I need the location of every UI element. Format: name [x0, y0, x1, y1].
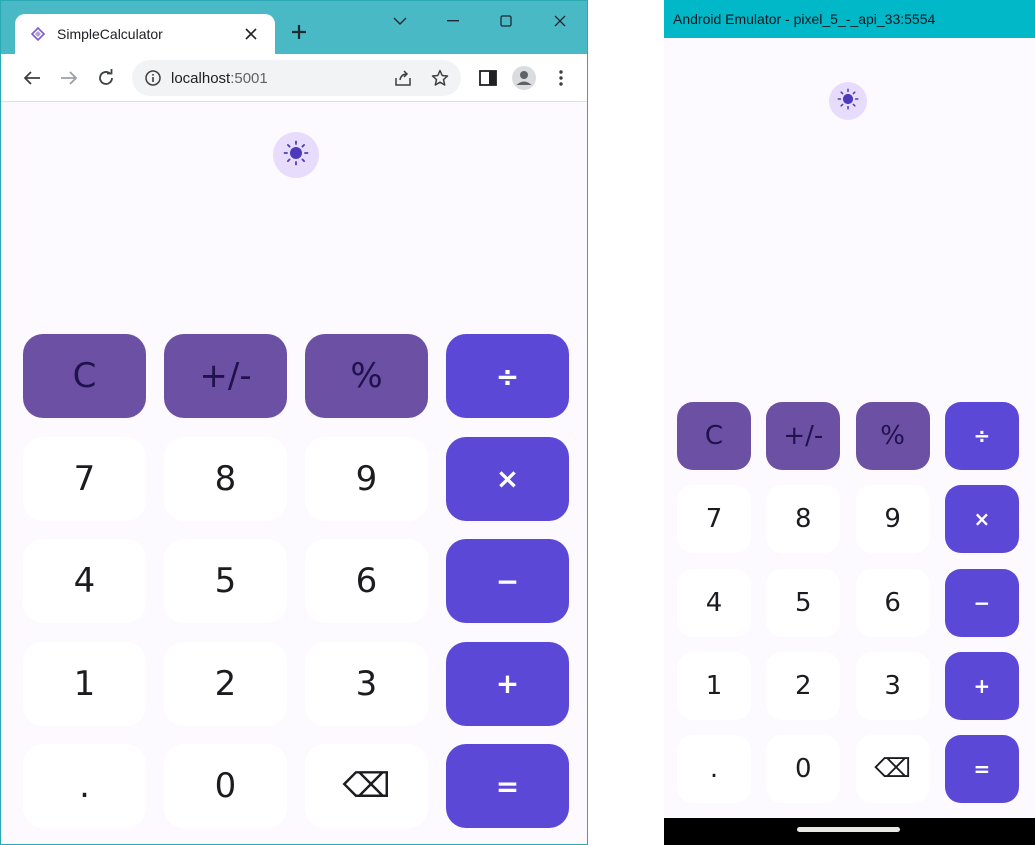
digit-5-button[interactable]: 5 — [766, 568, 841, 637]
divide-button[interactable]: ÷ — [446, 334, 569, 418]
profile-icon[interactable] — [512, 66, 536, 90]
menu-kebab-icon[interactable] — [549, 66, 573, 90]
bookmark-star-icon[interactable] — [431, 69, 449, 92]
tab-close-icon[interactable] — [241, 24, 261, 44]
reload-icon[interactable] — [94, 66, 118, 90]
digit-4-button[interactable]: 4 — [677, 568, 751, 637]
equals-button[interactable]: = — [446, 744, 569, 828]
back-arrow-icon[interactable] — [20, 66, 44, 90]
digit-1-button[interactable]: 1 — [23, 641, 146, 726]
add-button[interactable]: + — [446, 641, 569, 726]
home-gesture-handle[interactable] — [797, 827, 900, 832]
android-status-bar — [664, 38, 1035, 60]
blazor-favicon-icon — [29, 25, 47, 43]
multiply-button[interactable]: × — [944, 485, 1019, 554]
minimize-icon[interactable] — [430, 9, 476, 33]
digit-2-button[interactable]: 2 — [766, 651, 841, 720]
tab-search-chevron-icon[interactable] — [377, 9, 423, 33]
browser-window: SimpleCalculator localhost:5001 C +/- % … — [0, 0, 588, 845]
digit-3-button[interactable]: 3 — [305, 641, 428, 726]
digit-9-button[interactable]: 9 — [855, 485, 930, 554]
close-icon[interactable] — [537, 9, 583, 33]
sun-icon — [837, 88, 859, 115]
emulator-title: Android Emulator - pixel_5_-_api_33:5554 — [664, 0, 1035, 38]
share-icon[interactable] — [394, 69, 412, 92]
url-text: localhost:5001 — [171, 70, 268, 87]
digit-9-button[interactable]: 9 — [305, 436, 428, 521]
digit-1-button[interactable]: 1 — [677, 651, 751, 720]
browser-titlebar: SimpleCalculator — [1, 1, 587, 54]
new-tab-plus-icon[interactable] — [287, 20, 311, 44]
digit-3-button[interactable]: 3 — [855, 651, 930, 720]
site-info-icon[interactable] — [144, 69, 162, 92]
decimal-button[interactable]: . — [677, 735, 751, 804]
percent-button[interactable]: % — [305, 334, 428, 418]
digit-7-button[interactable]: 7 — [23, 436, 146, 521]
decimal-button[interactable]: . — [23, 744, 146, 828]
percent-button[interactable]: % — [855, 402, 930, 470]
subtract-button[interactable]: − — [944, 568, 1019, 637]
negate-button[interactable]: +/- — [164, 334, 287, 418]
backspace-button[interactable]: ⌫ — [855, 735, 930, 804]
maximize-icon[interactable] — [483, 9, 529, 33]
subtract-button[interactable]: − — [446, 539, 569, 623]
browser-toolbar: localhost:5001 — [1, 54, 587, 102]
equals-button[interactable]: = — [944, 735, 1019, 804]
add-button[interactable]: + — [944, 651, 1019, 720]
theme-toggle-button[interactable] — [829, 82, 867, 120]
theme-toggle-button[interactable] — [273, 132, 319, 178]
clear-button[interactable]: C — [23, 334, 146, 418]
tab-title: SimpleCalculator — [57, 26, 163, 42]
sun-icon — [283, 140, 309, 171]
android-navigation-bar — [664, 818, 1035, 845]
digit-6-button[interactable]: 6 — [305, 539, 428, 623]
backspace-button[interactable]: ⌫ — [305, 744, 428, 828]
android-emulator-window: Android Emulator - pixel_5_-_api_33:5554… — [664, 0, 1035, 845]
negate-button[interactable]: +/- — [766, 402, 841, 470]
address-bar[interactable]: localhost:5001 — [132, 60, 461, 96]
forward-arrow-icon — [57, 66, 81, 90]
digit-7-button[interactable]: 7 — [677, 485, 751, 554]
divide-button[interactable]: ÷ — [944, 402, 1019, 470]
digit-8-button[interactable]: 8 — [164, 436, 287, 521]
digit-0-button[interactable]: 0 — [164, 744, 287, 828]
digit-4-button[interactable]: 4 — [23, 539, 146, 623]
side-panel-icon[interactable] — [476, 66, 500, 90]
digit-2-button[interactable]: 2 — [164, 641, 287, 726]
digit-5-button[interactable]: 5 — [164, 539, 287, 623]
digit-0-button[interactable]: 0 — [766, 735, 841, 804]
multiply-button[interactable]: × — [446, 436, 569, 521]
digit-6-button[interactable]: 6 — [855, 568, 930, 637]
tab-simplecalculator[interactable]: SimpleCalculator — [15, 14, 275, 54]
digit-8-button[interactable]: 8 — [766, 485, 841, 554]
clear-button[interactable]: C — [677, 402, 751, 470]
